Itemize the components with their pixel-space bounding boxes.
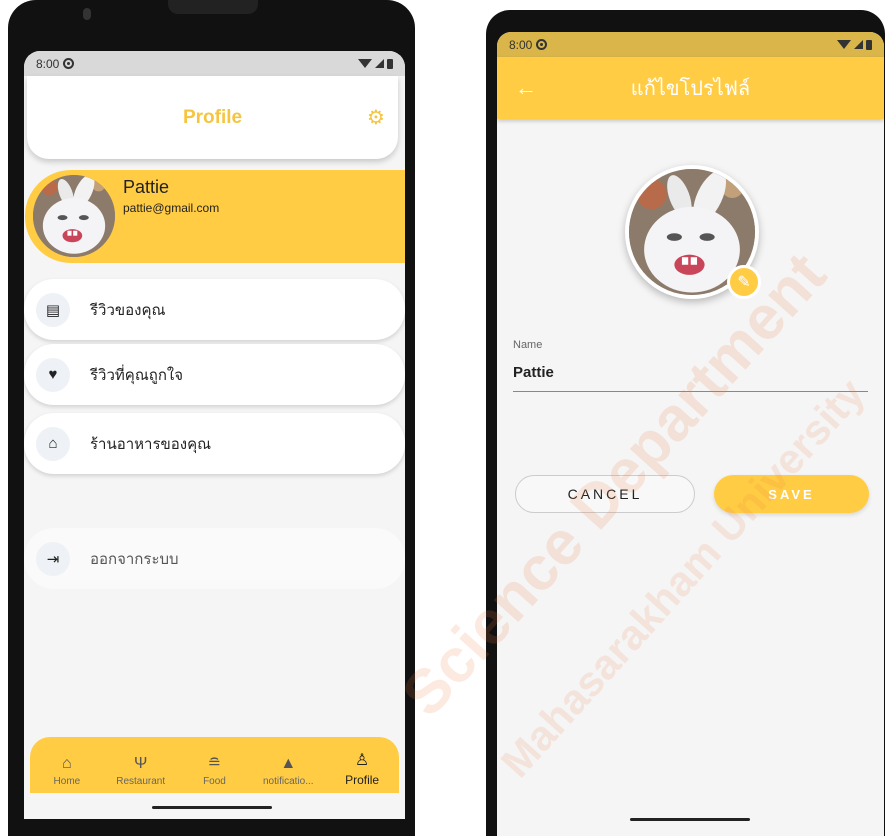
user-card[interactable]: Pattie pattie@gmail.com	[25, 170, 405, 263]
person-icon: ♙	[354, 752, 370, 769]
page-title: แก้ไขโปรไฟล์	[630, 78, 751, 100]
user-email: pattie@gmail.com	[123, 201, 220, 215]
food-icon: ≘	[207, 755, 222, 772]
heart-icon: ♥	[36, 357, 70, 392]
menu-item-label: รีวิวที่คุณถูกใจ	[90, 366, 184, 384]
app-bar: ← แก้ไขโปรไฟล์	[497, 57, 884, 119]
article-icon: ▤	[36, 292, 70, 327]
home-indicator[interactable]	[152, 806, 272, 809]
back-arrow-icon[interactable]: ←	[515, 75, 537, 101]
logout-button[interactable]: ⇥ ออกจากระบบ	[24, 528, 405, 589]
signal-icon	[375, 59, 384, 68]
bunny-avatar-image	[33, 175, 115, 257]
nav-restaurant[interactable]: Ψ Restaurant	[106, 754, 176, 787]
nav-label: Profile	[345, 773, 380, 787]
menu-item-my-restaurants[interactable]: ⌂ ร้านอาหารของคุณ	[24, 413, 405, 474]
settings-gear-icon[interactable]: ⚙	[366, 108, 386, 128]
restaurant-icon: Ψ	[134, 755, 148, 772]
nav-food[interactable]: ≘ Food	[179, 754, 249, 787]
nav-label: notificatio...	[262, 776, 314, 787]
menu-item-label: ร้านอาหารของคุณ	[90, 435, 212, 453]
battery-icon	[387, 58, 393, 69]
name-field-underline	[513, 391, 868, 392]
phone-notch	[168, 0, 258, 14]
status-settings-icon	[63, 58, 75, 69]
store-icon: ⌂	[36, 426, 70, 461]
nav-home[interactable]: ⌂ Home	[32, 754, 102, 787]
user-name: Pattie	[123, 177, 170, 197]
name-field[interactable]: Pattie	[513, 364, 554, 381]
home-indicator[interactable]	[630, 818, 750, 821]
nav-label: Home	[53, 776, 81, 787]
screenshot-canvas: 8:00 Profile ⚙ Pattie pattie@gmail.com ▤…	[0, 0, 885, 836]
logout-icon: ⇥	[36, 541, 70, 576]
bell-icon: ▲	[280, 755, 297, 772]
status-time: 8:00	[36, 56, 60, 71]
logout-label: ออกจากระบบ	[90, 550, 179, 568]
profile-screen: 8:00 Profile ⚙ Pattie pattie@gmail.com ▤…	[24, 51, 405, 819]
nav-notification[interactable]: ▲ notificatio...	[253, 754, 323, 787]
menu-item-my-reviews[interactable]: ▤ รีวิวของคุณ	[24, 279, 405, 340]
front-camera	[83, 8, 91, 20]
signal-icon	[854, 40, 863, 49]
save-button[interactable]: SAVE	[714, 475, 869, 513]
profile-header: Profile ⚙	[27, 76, 398, 159]
edit-profile-screen: 8:00 ← แก้ไขโปรไฟล์ ✎ Name Pattie CANCEL…	[497, 32, 884, 836]
nav-label: Restaurant	[116, 776, 166, 787]
cancel-button[interactable]: CANCEL	[515, 475, 695, 513]
status-bar: 8:00	[24, 51, 405, 76]
wifi-icon	[837, 40, 851, 49]
avatar	[33, 175, 115, 257]
status-bar: 8:00	[497, 32, 884, 57]
menu-item-liked-reviews[interactable]: ♥ รีวิวที่คุณถูกใจ	[24, 344, 405, 405]
wifi-icon	[358, 59, 372, 68]
page-title: Profile	[182, 106, 243, 128]
status-settings-icon	[536, 39, 548, 50]
bottom-navigation: ⌂ Home Ψ Restaurant ≘ Food ▲ notificatio…	[30, 737, 399, 793]
name-field-label: Name	[513, 339, 543, 351]
home-icon: ⌂	[62, 755, 72, 772]
nav-label: Food	[203, 776, 226, 787]
edit-photo-pencil-icon[interactable]: ✎	[727, 265, 761, 299]
battery-icon	[866, 39, 872, 50]
status-time: 8:00	[509, 37, 533, 52]
nav-profile[interactable]: ♙ Profile	[327, 751, 397, 787]
menu-item-label: รีวิวของคุณ	[90, 301, 166, 319]
